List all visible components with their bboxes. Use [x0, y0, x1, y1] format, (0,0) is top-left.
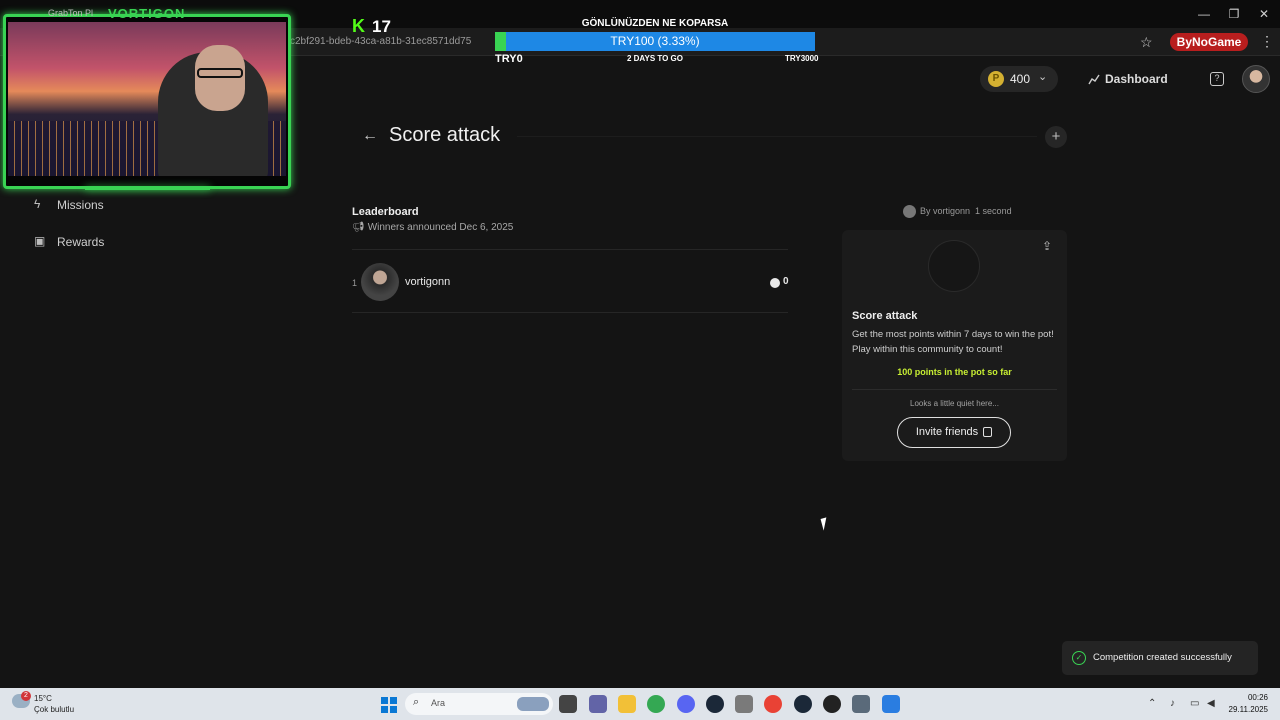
title-divider — [517, 136, 1037, 137]
share-icon[interactable]: ⇪ — [1042, 239, 1052, 253]
page-title: Score attack — [389, 124, 501, 146]
taskbar-search[interactable]: ⌕ Ara — [405, 693, 553, 715]
settings-gear-icon[interactable] — [852, 695, 870, 713]
donation-title: GÖNLÜNÜZDEN NE KOPARSA — [581, 18, 729, 29]
invite-friends-button[interactable]: Invite friends — [897, 417, 1011, 448]
dashboard-link[interactable]: Dashboard — [1105, 72, 1168, 86]
creator-avatar — [903, 205, 916, 218]
chevron-up-icon[interactable]: ⌃ — [1148, 698, 1156, 709]
chrome-profile-icon[interactable] — [764, 695, 782, 713]
competition-card: ⇪ Score attack Get the most points withi… — [842, 230, 1067, 461]
weather-temperature[interactable]: 15°C — [34, 694, 52, 703]
leaderboard-rank: 1 — [352, 278, 358, 288]
add-button[interactable]: + — [1045, 126, 1067, 148]
webcam-glow — [85, 187, 210, 190]
search-icon: ⌕ — [413, 696, 420, 708]
windows-taskbar: 2 15°C Çok bulutlu ⌕ Ara ⌃ ♪ ▭ ◀ 00:26 2… — [0, 688, 1280, 720]
steam-icon[interactable] — [794, 695, 812, 713]
clock-date[interactable]: 29.11.2025 — [1228, 705, 1268, 714]
discord-icon[interactable] — [677, 695, 695, 713]
extension-button[interactable]: ByNoGame — [1170, 33, 1248, 51]
obs-icon[interactable] — [823, 695, 841, 713]
bolt-icon: ϟ — [34, 197, 41, 211]
donation-progress-bar: TRY100 (3.33%) — [495, 32, 815, 51]
search-highlight-image — [517, 697, 549, 711]
back-arrow-icon[interactable]: ← — [362, 127, 378, 145]
donation-progress-text: TRY100 (3.33%) — [610, 34, 700, 48]
coin-icon: P — [988, 71, 1004, 87]
donation-days-left: 2 DAYS TO GO — [626, 54, 684, 63]
webcam-brand: VORTIGON — [108, 6, 186, 21]
megaphone-icon: 📢︎ — [352, 222, 365, 233]
network-icon[interactable]: ▭ — [1190, 698, 1199, 709]
start-button[interactable] — [381, 697, 397, 713]
invite-label: Invite friends — [915, 426, 979, 438]
created-time: 1 second — [975, 205, 1012, 216]
leaderboard-score: 0 — [783, 276, 789, 287]
coin-balance: 400 — [1010, 72, 1031, 86]
maximize-button[interactable]: ❐ — [1224, 6, 1244, 22]
card-title: Score attack — [852, 310, 918, 322]
check-icon: ✓ — [1072, 651, 1086, 665]
webcam-tab-label: GrabTon Pl — [48, 8, 94, 18]
leaderboard-divider — [352, 312, 788, 313]
clock-time[interactable]: 00:26 — [1246, 693, 1268, 702]
pot-text: 100 points in the pot so far — [897, 367, 1012, 377]
weather-description[interactable]: Çok bulutlu — [34, 705, 74, 714]
teams-icon[interactable] — [589, 695, 607, 713]
leaderboard-title: Leaderboard — [352, 206, 419, 218]
chrome-icon[interactable] — [647, 695, 665, 713]
volume-icon[interactable]: ◀ — [1207, 698, 1215, 709]
created-by: By vortigonn 1 second — [903, 205, 1012, 218]
competition-image — [928, 240, 980, 292]
gift-icon: ▣ — [34, 234, 46, 248]
bookmark-star-icon[interactable]: ☆ — [1140, 34, 1153, 51]
steam-icon[interactable] — [706, 695, 724, 713]
webcam-video — [8, 22, 286, 176]
microphone-icon[interactable]: ♪ — [1170, 698, 1175, 709]
sidebar-item-label: Missions — [57, 198, 104, 212]
glasses-icon — [197, 68, 243, 78]
app-icon[interactable] — [735, 695, 753, 713]
weather-badge: 2 — [21, 691, 31, 701]
search-placeholder: Ara — [431, 698, 446, 708]
task-view-icon[interactable] — [559, 695, 577, 713]
close-window-button[interactable]: ✕ — [1254, 6, 1274, 22]
coin-balance-dropdown[interactable]: P 400 ⌄ — [980, 66, 1058, 92]
winners-announced-text: Winners announced Dec 6, 2025 — [367, 222, 514, 233]
quiet-text: Looks a little quiet here... — [910, 399, 999, 408]
copy-icon — [983, 427, 993, 438]
leaderboard-name[interactable]: vortigonn — [405, 276, 450, 288]
file-explorer-icon[interactable] — [618, 695, 636, 713]
app-icon[interactable] — [882, 695, 900, 713]
browser-menu-icon[interactable]: ⋮ — [1260, 33, 1274, 50]
points-icon — [770, 278, 780, 288]
card-divider — [852, 389, 1057, 390]
kick-logo-icon: K — [352, 16, 365, 36]
card-description: Get the most points within 7 days to win… — [852, 329, 1054, 355]
success-toast: ✓ Competition created successfully — [1062, 641, 1258, 675]
leaderboard-divider — [352, 249, 788, 250]
help-icon[interactable]: ? — [1210, 72, 1224, 86]
chevron-down-icon: ⌄ — [1038, 71, 1048, 83]
leaderboard-subtitle: 📢︎ Winners announced Dec 6, 2025 — [352, 222, 513, 233]
url-text[interactable]: c2bf291-bdeb-43ca-a81b-31ec8571dd75 — [290, 36, 471, 47]
chart-icon — [1088, 74, 1100, 85]
kick-viewer-count: 17 — [372, 17, 391, 36]
toast-message: Competition created successfully — [1093, 652, 1232, 663]
streamer-face — [195, 45, 245, 111]
donation-max: TRY3000 — [785, 54, 819, 63]
mouse-cursor-icon — [820, 517, 830, 531]
minimize-button[interactable]: — — [1194, 6, 1214, 22]
leaderboard-avatar[interactable] — [361, 263, 399, 301]
sidebar-item-label: Rewards — [57, 235, 105, 249]
creator-name: By vortigonn — [920, 205, 971, 216]
user-avatar[interactable] — [1242, 65, 1270, 93]
